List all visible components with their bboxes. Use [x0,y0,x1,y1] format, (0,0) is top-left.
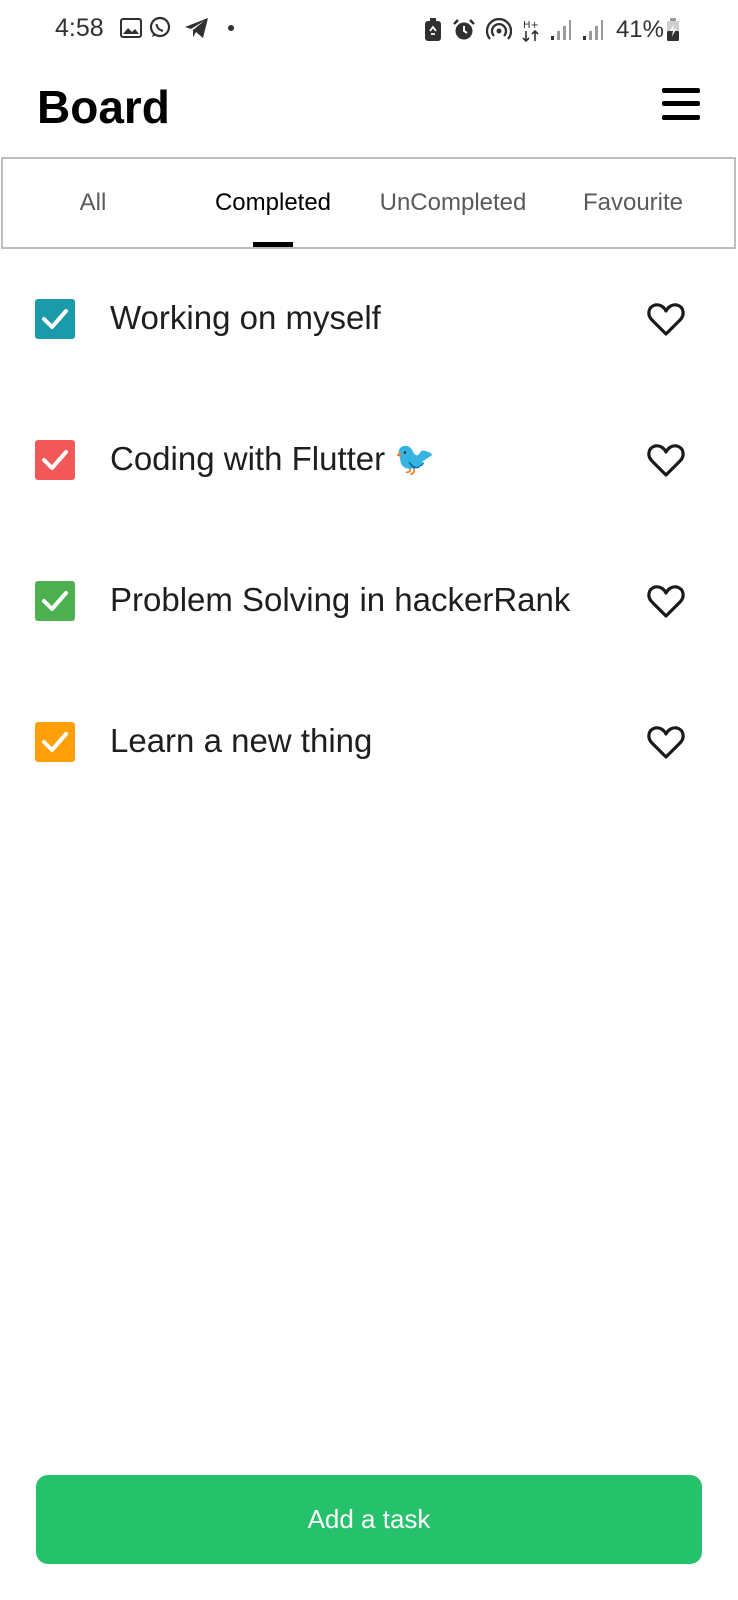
whatsapp-icon [149,16,171,38]
telegram-icon [185,18,208,38]
tab-completed[interactable]: Completed [183,159,363,247]
battery-percent: 41% [615,16,664,43]
task-title: Working on myself [110,299,381,336]
tab-label: All [79,189,107,216]
task-checkbox[interactable] [35,299,75,339]
add-task-label: Add a task [307,1504,431,1534]
add-task-button[interactable]: Add a task [36,1475,702,1564]
task-item: Problem Solving in hackerRank [0,561,738,641]
hamburger-menu-icon[interactable] [662,86,702,122]
task-title: Problem Solving in hackerRank [110,581,571,618]
check-icon [42,591,68,611]
task-checkbox[interactable] [35,722,75,762]
check-icon [42,732,68,752]
task-item: Learn a new thing [0,702,738,782]
status-time: 4:58 [55,14,104,42]
dot-icon [228,25,234,31]
gallery-icon [120,18,142,38]
tab-label: Favourite [582,189,684,216]
battery-saver-icon [424,18,441,41]
task-title: Coding with Flutter 🐦 [110,440,436,477]
status-right-icons: H+ 41% [424,16,680,44]
hotspot-icon [485,18,512,40]
task-checkbox[interactable] [35,581,75,621]
heart-icon[interactable] [646,299,686,339]
heart-icon[interactable] [646,722,686,762]
task-item: Coding with Flutter 🐦 [0,420,738,500]
alarm-icon [453,19,475,40]
svg-text:H+: H+ [523,20,539,31]
heart-icon[interactable] [646,440,686,480]
status-left-icons [120,16,234,40]
active-tab-indicator [253,242,293,247]
tab-favourite[interactable]: Favourite [543,159,723,247]
tab-label: Completed [214,189,332,216]
data-transfer-icon: H+ [522,20,539,42]
check-icon [42,309,68,329]
task-title: Learn a new thing [110,722,373,759]
tab-bar: All Completed UnCompleted Favourite [1,157,736,249]
signal-icon [550,20,571,40]
tab-all[interactable]: All [3,159,183,247]
page-title: Board [37,81,170,133]
tab-label: UnCompleted [379,189,527,216]
heart-icon[interactable] [646,581,686,621]
check-icon [42,450,68,470]
signal-icon [582,20,603,40]
tab-uncompleted[interactable]: UnCompleted [363,159,543,247]
status-bar: 4:58 H+ 41% [0,0,738,60]
task-checkbox[interactable] [35,440,75,480]
battery-icon [667,18,679,41]
task-item: Working on myself [0,279,738,359]
app-header: Board [0,60,738,156]
